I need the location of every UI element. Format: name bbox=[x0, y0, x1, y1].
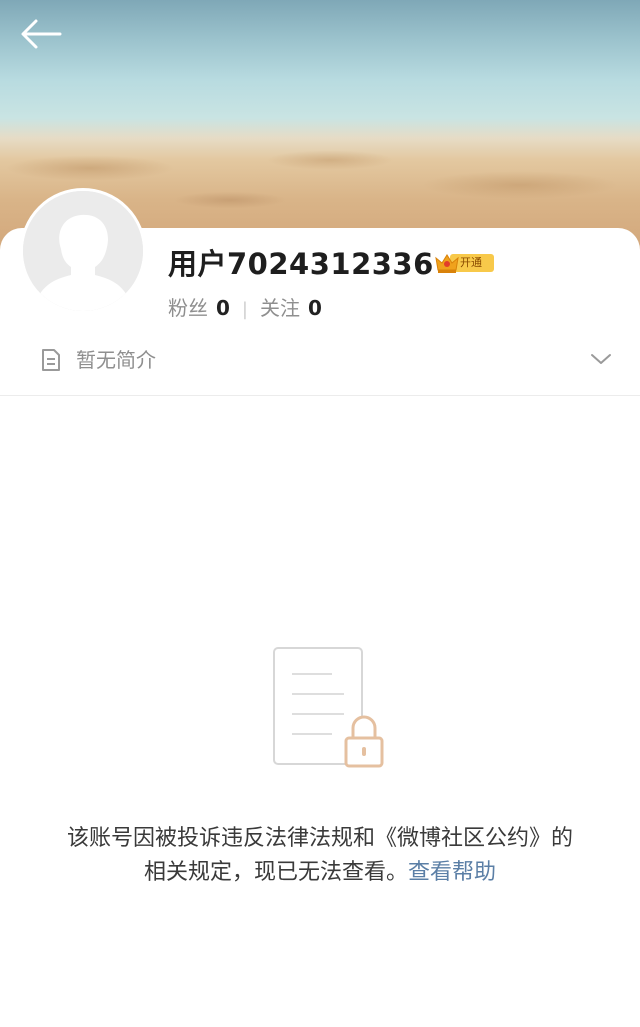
stats-separator: | bbox=[241, 299, 248, 320]
vip-badge-label: 开通 bbox=[460, 256, 482, 269]
notice-text: 该账号因被投诉违反法律法规和《微博社区公约》的相关规定，现已无法查看。 bbox=[66, 826, 573, 885]
account-blocked-notice: 该账号因被投诉违反法律法规和《微博社区公约》的相关规定，现已无法查看。查看帮助 bbox=[60, 822, 580, 890]
profile-stats: 粉丝 0 | 关注 0 bbox=[168, 294, 322, 322]
default-avatar-icon bbox=[23, 191, 143, 311]
help-link[interactable]: 查看帮助 bbox=[408, 860, 496, 885]
followers-stat[interactable]: 粉丝 0 bbox=[168, 296, 230, 320]
chevron-down-icon[interactable] bbox=[590, 351, 612, 367]
following-label: 关注 bbox=[260, 296, 300, 320]
back-arrow-icon[interactable] bbox=[20, 18, 62, 50]
locked-document-icon bbox=[273, 647, 384, 768]
section-divider bbox=[0, 395, 640, 396]
bio-row[interactable]: 暂无简介 bbox=[0, 336, 640, 384]
followers-count: 0 bbox=[216, 296, 230, 320]
following-count: 0 bbox=[308, 296, 322, 320]
following-stat[interactable]: 关注 0 bbox=[260, 296, 322, 320]
document-icon bbox=[42, 349, 60, 371]
avatar[interactable] bbox=[20, 188, 146, 314]
bio-text: 暂无简介 bbox=[76, 348, 156, 372]
followers-label: 粉丝 bbox=[168, 296, 208, 320]
username: 用户7024312336 bbox=[168, 247, 434, 281]
